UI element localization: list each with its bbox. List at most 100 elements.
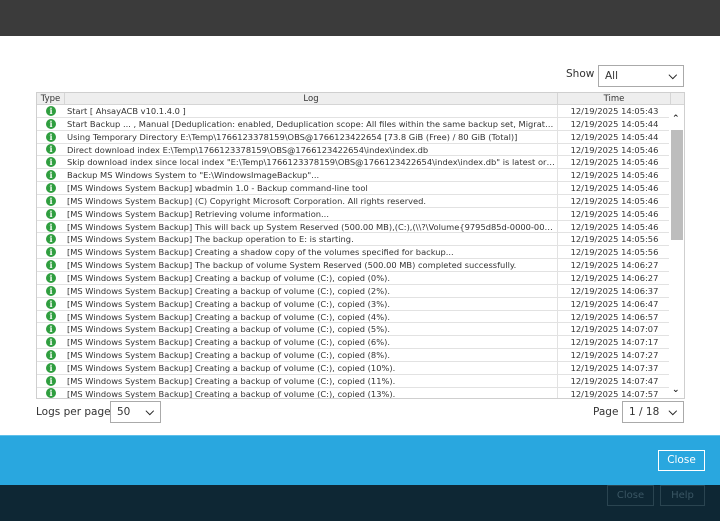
log-cell: [MS Windows System Backup] Creating a ba… (65, 310, 558, 323)
table-row[interactable]: i [MS Windows System Backup] Creating a … (37, 271, 684, 285)
info-icon: i (46, 388, 56, 398)
time-cell: 12/19/2025 14:05:46 (570, 208, 659, 219)
show-filter-value: All (605, 70, 619, 82)
time-cell: 12/19/2025 14:06:27 (570, 260, 659, 271)
time-cell: 12/19/2025 14:06:37 (570, 285, 659, 296)
time-cell: 12/19/2025 14:05:46 (570, 170, 659, 181)
time-cell: 12/19/2025 14:05:46 (570, 195, 659, 206)
type-cell: i (37, 208, 65, 220)
time-cell: 12/19/2025 14:07:57 (570, 388, 659, 399)
scroll-down-icon[interactable]: ⌄ (672, 385, 680, 395)
table-row[interactable]: i [MS Windows System Backup] Retrieving … (37, 207, 684, 221)
table-row[interactable]: i Start [ AhsayACB v10.1.4.0 ] 12/19/202… (37, 105, 684, 118)
type-cell: i (37, 105, 65, 117)
log-cell: [MS Windows System Backup] Creating a ba… (65, 297, 558, 310)
scrollbar-thumb[interactable] (671, 130, 683, 240)
type-cell: i (37, 375, 65, 387)
info-icon: i (46, 311, 56, 322)
time-cell: 12/19/2025 14:06:47 (570, 298, 659, 309)
table-row[interactable]: i [MS Windows System Backup] The backup … (37, 259, 684, 272)
log-cell: [MS Windows System Backup] Creating a ba… (65, 284, 558, 297)
type-cell: i (37, 259, 65, 271)
info-icon: i (46, 298, 56, 309)
log-cell: [MS Windows System Backup] Creating a ba… (65, 361, 558, 374)
logs-per-page-select[interactable]: 50 ⌵ (110, 401, 161, 423)
table-row[interactable]: i [MS Windows System Backup] Creating a … (37, 349, 684, 362)
info-icon: i (46, 272, 56, 283)
page-label: Page (593, 406, 619, 418)
log-cell: [MS Windows System Backup] The backup op… (65, 233, 558, 246)
column-header-time[interactable]: Time (558, 93, 671, 104)
table-header: Type Log Time (37, 93, 684, 105)
page-select[interactable]: 1 / 18 ⌵ (622, 401, 684, 423)
log-cell: [MS Windows System Backup] Creating a ba… (65, 349, 558, 361)
type-cell: i (37, 118, 65, 130)
page-value: 1 / 18 (629, 406, 660, 418)
type-cell: i (37, 156, 65, 168)
show-filter-select[interactable]: All ⌵ (598, 65, 684, 87)
type-cell: i (37, 311, 65, 323)
table-row[interactable]: i [MS Windows System Backup] (C) Copyrig… (37, 194, 684, 208)
chevron-down-icon: ⌵ (668, 405, 677, 418)
column-header-log[interactable]: Log (65, 93, 558, 104)
log-cell: [MS Windows System Backup] Creating a ba… (65, 271, 558, 284)
column-header-type[interactable]: Type (37, 93, 65, 104)
table-row[interactable]: i [MS Windows System Backup] Creating a … (37, 246, 684, 260)
info-icon: i (46, 144, 56, 155)
table-row[interactable]: i [MS Windows System Backup] wbadmin 1.0… (37, 182, 684, 195)
chevron-down-icon: ⌵ (668, 69, 677, 82)
table-row[interactable]: i Backup MS Windows System to "E:\Window… (37, 169, 684, 183)
table-row[interactable]: i [MS Windows System Backup] Creating a … (37, 374, 684, 388)
time-cell: 12/19/2025 14:07:47 (570, 375, 659, 386)
background-help-button: Help (660, 485, 705, 506)
info-icon: i (46, 375, 56, 386)
time-cell: 12/19/2025 14:07:37 (570, 362, 659, 373)
info-icon: i (46, 362, 56, 373)
table-row[interactable]: i Start Backup ... , Manual [Deduplicati… (37, 117, 684, 131)
table-row[interactable]: i Direct download index E:\Temp\17661233… (37, 143, 684, 157)
log-cell: [MS Windows System Backup] wbadmin 1.0 -… (65, 182, 558, 194)
table-row[interactable]: i [MS Windows System Backup] Creating a … (37, 284, 684, 298)
time-cell: 12/19/2025 14:05:56 (570, 247, 659, 258)
type-cell: i (37, 246, 65, 258)
log-cell: [MS Windows System Backup] Creating a ba… (65, 374, 558, 387)
table-row[interactable]: i [MS Windows System Backup] Creating a … (37, 336, 684, 350)
table-row[interactable]: i [MS Windows System Backup] Creating a … (37, 297, 684, 311)
type-cell: i (37, 336, 65, 348)
table-row[interactable]: i Skip download index since local index … (37, 156, 684, 170)
time-cell: 12/19/2025 14:05:46 (570, 144, 659, 155)
table-row[interactable]: i [MS Windows System Backup] Creating a … (37, 323, 684, 337)
info-icon: i (46, 182, 56, 193)
log-cell: [MS Windows System Backup] Creating a ba… (65, 336, 558, 349)
log-cell: [MS Windows System Backup] Creating a sh… (65, 246, 558, 259)
time-cell: 12/19/2025 14:05:46 (570, 157, 659, 168)
dialog-footer: Close (0, 435, 720, 485)
show-label: Show (566, 68, 595, 80)
info-icon: i (46, 234, 56, 245)
background-footer: Close Help (0, 485, 720, 521)
info-icon: i (46, 221, 56, 232)
log-cell: Backup MS Windows System to "E:\WindowsI… (65, 169, 558, 182)
log-cell: [MS Windows System Backup] (C) Copyright… (65, 194, 558, 207)
table-row[interactable]: i Using Temporary Directory E:\Temp\1766… (37, 130, 684, 144)
scrollbar[interactable]: ⌃ ⌄ (669, 106, 684, 398)
log-table: Type Log Time i Start [ AhsayACB v10.1.4… (36, 92, 685, 399)
info-icon: i (46, 349, 56, 360)
type-cell: i (37, 323, 65, 335)
table-row[interactable]: i [MS Windows System Backup] Creating a … (37, 387, 684, 399)
log-cell: [MS Windows System Backup] Creating a ba… (65, 387, 558, 398)
table-row[interactable]: i [MS Windows System Backup] Creating a … (37, 310, 684, 324)
info-icon: i (46, 131, 56, 142)
info-icon: i (46, 105, 56, 116)
time-cell: 12/19/2025 14:05:44 (570, 118, 659, 129)
table-row[interactable]: i [MS Windows System Backup] This will b… (37, 220, 684, 234)
table-row[interactable]: i [MS Windows System Backup] The backup … (37, 233, 684, 247)
table-row[interactable]: i [MS Windows System Backup] Creating a … (37, 361, 684, 375)
type-cell: i (37, 233, 65, 245)
type-cell: i (37, 349, 65, 361)
time-cell: 12/19/2025 14:05:56 (570, 234, 659, 245)
type-cell: i (37, 221, 65, 233)
scroll-up-icon[interactable]: ⌃ (672, 114, 680, 124)
close-button[interactable]: Close (658, 450, 705, 471)
time-cell: 12/19/2025 14:05:44 (570, 131, 659, 142)
